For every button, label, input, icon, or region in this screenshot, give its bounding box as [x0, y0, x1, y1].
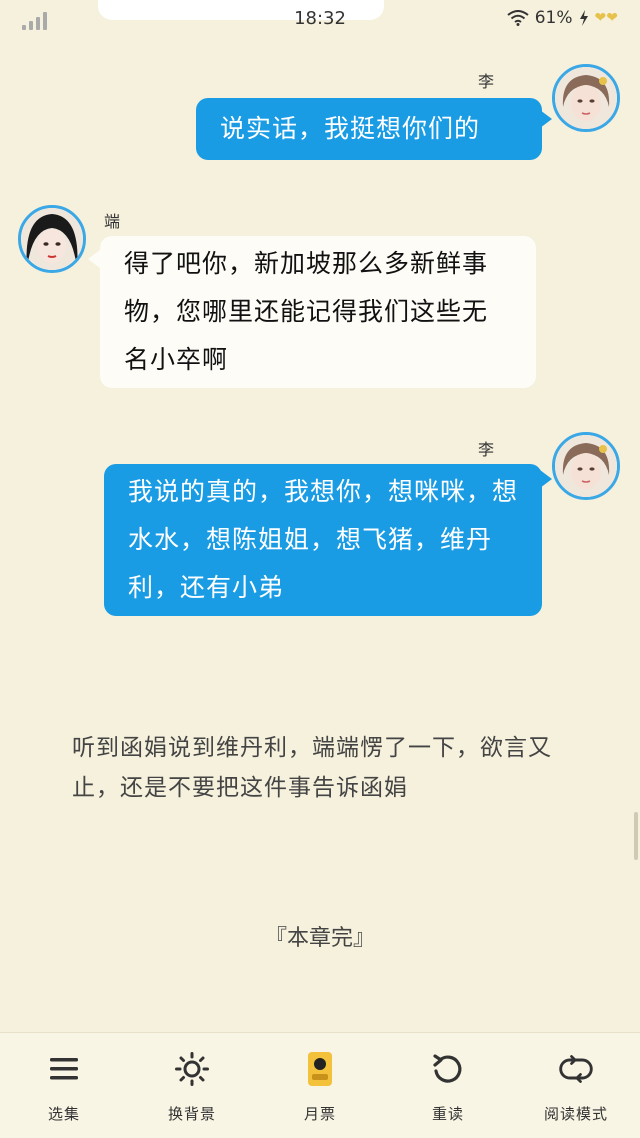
reload-icon	[430, 1051, 466, 1087]
avatar[interactable]	[552, 432, 620, 500]
message-bubble: 我说的真的，我想你，想咪咪，想水水，想陈姐姐，想飞猪，维丹利，还有小弟	[104, 464, 542, 616]
girl-portrait-icon	[555, 67, 617, 129]
girl-portrait-icon	[21, 208, 83, 270]
select-episode-button[interactable]: 选集	[9, 1033, 119, 1138]
reread-button[interactable]: 重读	[393, 1033, 503, 1138]
toolbar-label: 阅读模式	[543, 1105, 608, 1123]
status-bar: 18:32 61% ❤❤	[0, 0, 640, 40]
toolbar-label: 换背景	[167, 1105, 216, 1123]
ticket-icon	[302, 1051, 338, 1087]
chapter-end-label: 『本章完』	[264, 926, 375, 951]
bubble-tail	[540, 470, 552, 488]
status-indicators: 61% ❤❤	[507, 8, 618, 28]
avatar[interactable]	[552, 64, 620, 132]
change-background-button[interactable]: 换背景	[137, 1033, 247, 1138]
message-bubble: 说实话，我挺想你们的	[196, 98, 542, 160]
message-bubble: 得了吧你，新加坡那么多新鲜事物，您哪里还能记得我们这些无名小卒啊	[100, 236, 536, 388]
sun-icon	[174, 1051, 210, 1087]
narration-text: 听到函娟说到维丹利，端端愣了一下，欲言又止，还是不要把这件事告诉函娟	[72, 735, 552, 801]
menu-icon	[46, 1051, 82, 1087]
mode-switch-icon	[558, 1051, 594, 1087]
monthly-ticket-button[interactable]: 月票	[265, 1033, 375, 1138]
avatar[interactable]	[18, 205, 86, 273]
bubble-tail	[88, 250, 100, 268]
charging-icon	[579, 10, 588, 26]
bubble-tail	[540, 110, 552, 128]
battery-level: 61%	[534, 8, 573, 28]
scroll-indicator[interactable]	[634, 812, 638, 860]
reading-mode-button[interactable]: 阅读模式	[521, 1033, 631, 1138]
toolbar-label: 选集	[47, 1105, 80, 1123]
toolbar-label: 月票	[303, 1105, 336, 1123]
bottom-toolbar: 选集 换背景 月票 重读 阅读模式	[0, 1032, 640, 1138]
wifi-icon	[507, 10, 529, 26]
toolbar-label: 重读	[431, 1105, 464, 1123]
girl-portrait-icon	[555, 435, 617, 497]
hearts-icon: ❤❤	[594, 10, 618, 26]
